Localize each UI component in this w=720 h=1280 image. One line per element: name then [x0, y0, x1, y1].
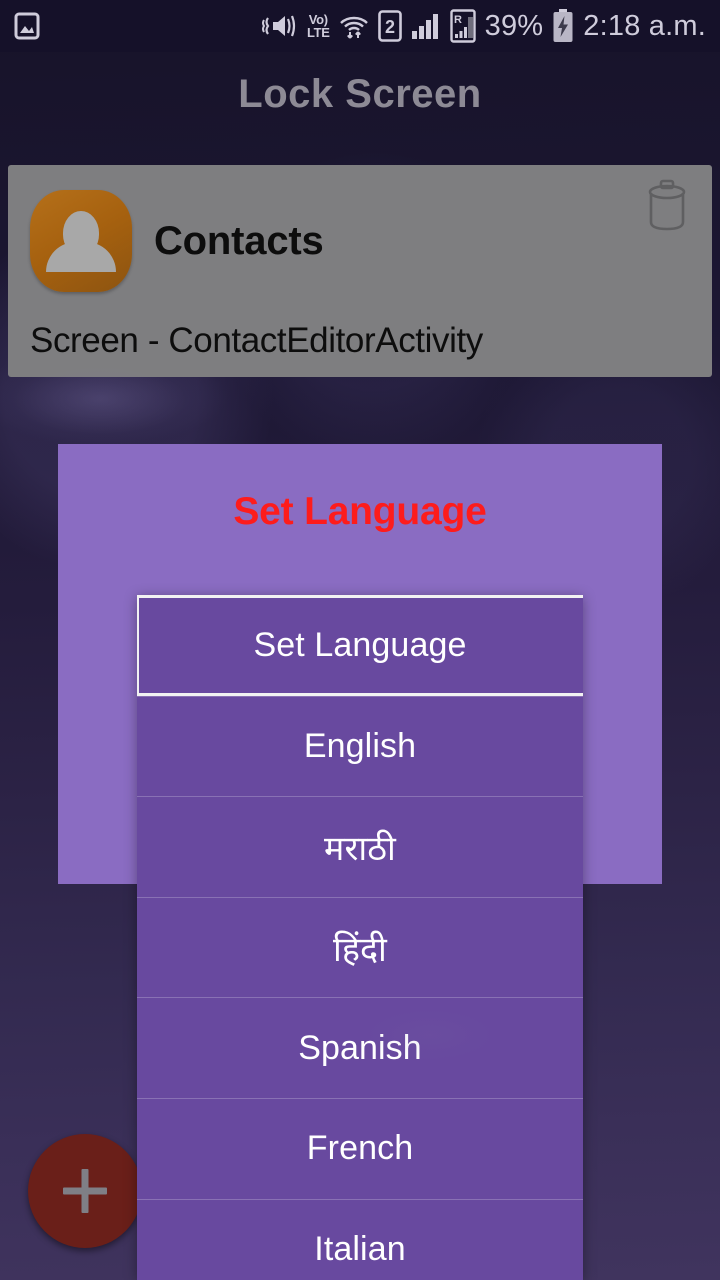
status-bar-right: Vo) LTE 2 R 39% 2:18 a.m. [261, 9, 706, 43]
trash-icon[interactable] [644, 179, 690, 231]
spinner-item[interactable]: Italian [137, 1198, 583, 1280]
page-title: Lock Screen [238, 72, 482, 116]
svg-text:R: R [454, 14, 462, 26]
volte-line2: LTE [306, 25, 330, 40]
contacts-icon-body [46, 242, 116, 272]
spinner-item[interactable]: French [137, 1097, 583, 1199]
spinner-item-label: Set Language [253, 625, 467, 664]
wifi-icon [339, 16, 368, 39]
status-bar: Vo) LTE 2 R 39% 2:18 a.m. [0, 0, 720, 52]
battery-percent-label: 39% [484, 9, 544, 42]
app-card-contacts[interactable]: Contacts Screen - ContactEditorActivity [8, 165, 712, 377]
add-fab-button[interactable] [28, 1134, 142, 1248]
roaming-signal-icon: R [449, 9, 476, 43]
spinner-item[interactable]: Set Language [137, 595, 583, 696]
spinner-item-label: English [303, 726, 417, 765]
spinner-item-label: मराठी [324, 829, 396, 868]
language-spinner-dropdown[interactable]: Set Language English मराठी हिंदी Spanish Fren… [137, 595, 583, 1280]
spinner-item[interactable]: English [137, 695, 583, 797]
spinner-item[interactable]: मराठी [137, 796, 583, 897]
screenshot-notification-icon [14, 12, 40, 40]
app-card-header-row: Contacts [8, 165, 712, 305]
sim2-icon: 2 [377, 10, 402, 42]
contacts-app-icon [30, 190, 132, 292]
plus-icon-vertical [81, 1169, 89, 1213]
spinner-item[interactable]: Spanish [137, 997, 583, 1098]
phone-screen: Vo) LTE 2 R 39% 2:18 a.m. Lock Screen Co… [0, 0, 720, 1280]
spinner-item-label: Italian [314, 1229, 406, 1268]
dialog-title: Set Language [233, 490, 487, 533]
signal-bars-icon [411, 14, 438, 39]
app-screen-label: Screen - ContactEditorActivity [30, 321, 483, 360]
volte-icon: Vo) LTE [307, 13, 330, 39]
vibrate-mute-icon [261, 15, 296, 37]
status-bar-left [14, 11, 40, 41]
clock-label: 2:18 a.m. [583, 9, 706, 42]
svg-text:2: 2 [385, 17, 395, 37]
spinner-item-label: Spanish [298, 1028, 422, 1067]
spinner-item[interactable]: हिंदी [137, 896, 583, 998]
spinner-item-label: French [306, 1129, 414, 1168]
spinner-item-label: हिंदी [333, 930, 387, 969]
battery-charging-icon [553, 9, 573, 42]
app-name-label: Contacts [154, 218, 324, 263]
